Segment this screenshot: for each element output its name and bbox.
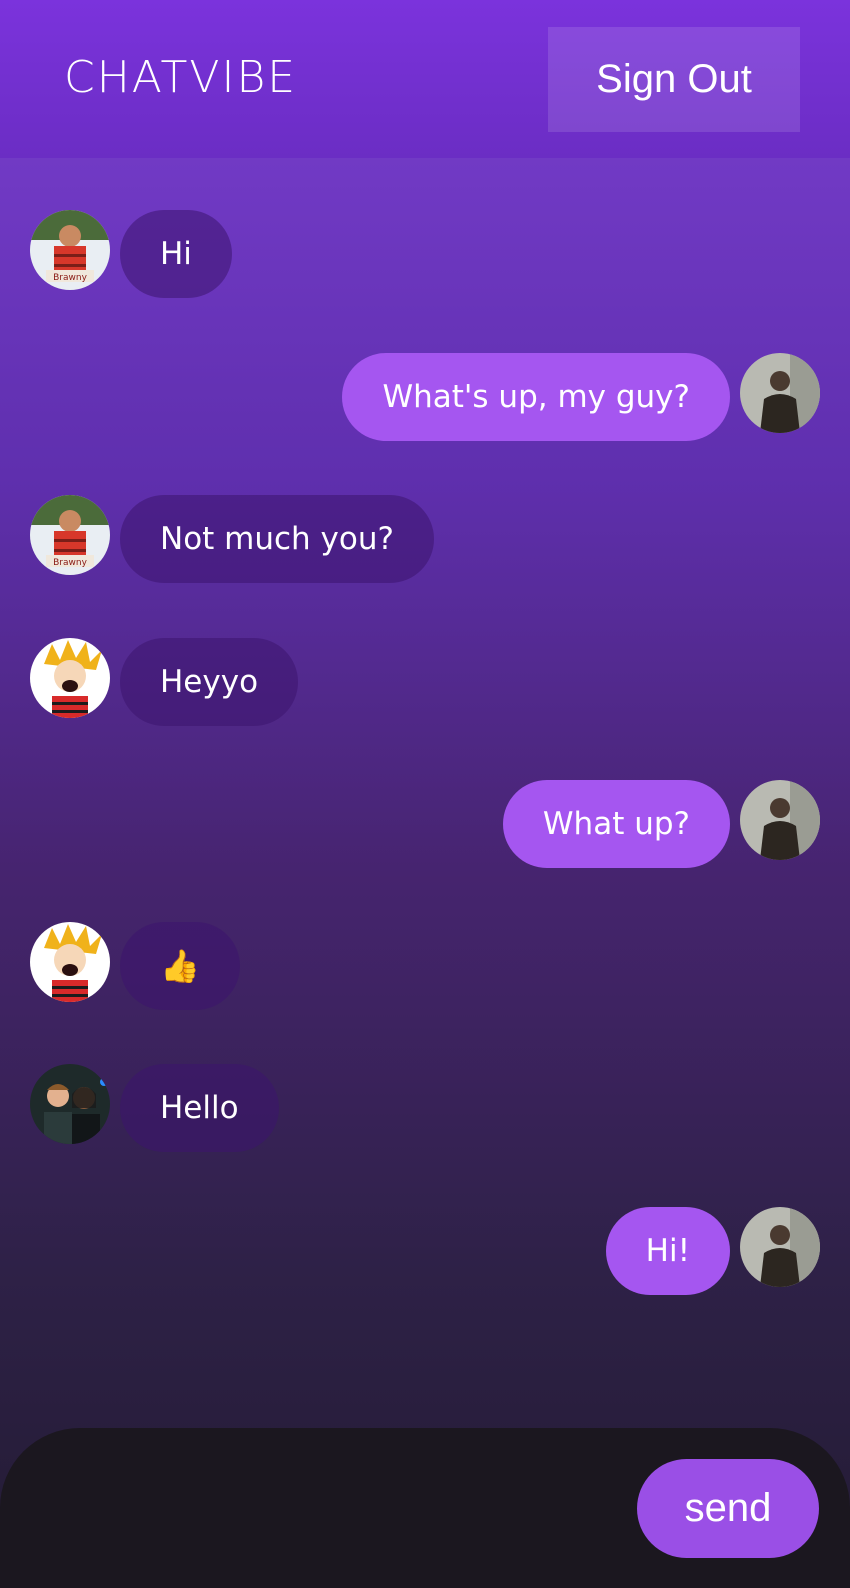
lumberjack-avatar[interactable]: Brawny [30,210,110,290]
message-row: What up? [500,780,820,868]
message-bubble: What up? [502,780,730,868]
message-bubble: Hello [120,1064,279,1152]
message-bubble: 👍 [120,922,240,1010]
message-row: 👍 [30,922,430,1010]
message-input[interactable] [40,1458,620,1558]
self-avatar[interactable] [740,1207,820,1287]
svg-text:Brawny: Brawny [53,558,87,568]
message-row: Brawny Not much you? [30,495,434,583]
message-row: Hi! [560,1207,820,1295]
message-row: Brawny Hi [30,210,430,298]
message-bubble: Heyyo [120,638,299,726]
message-list[interactable]: Brawny Hi What's up, my guy? Brawny Not … [0,158,850,1428]
sign-out-button[interactable]: Sign Out [548,27,800,132]
message-bubble: Hi! [605,1207,730,1295]
self-avatar[interactable] [740,780,820,860]
message-bubble: Hi [120,210,232,298]
lumberjack-avatar[interactable]: Brawny [30,495,110,575]
cartoon-boy-avatar[interactable] [30,638,110,718]
message-bubble: What's up, my guy? [342,353,730,441]
app-logo: CHATVIBE [64,52,298,103]
message-row: Heyyo [30,638,430,726]
message-row: Hello [30,1064,430,1152]
message-row: What's up, my guy? [342,353,820,441]
app-header: CHATVIBE Sign Out [0,0,850,158]
message-bubble: Not much you? [120,495,434,583]
send-button[interactable]: send [637,1459,819,1558]
self-avatar[interactable] [740,353,820,433]
cartoon-boy-avatar[interactable] [30,922,110,1002]
svg-text:Brawny: Brawny [53,273,87,283]
couple-avatar[interactable] [30,1064,110,1144]
